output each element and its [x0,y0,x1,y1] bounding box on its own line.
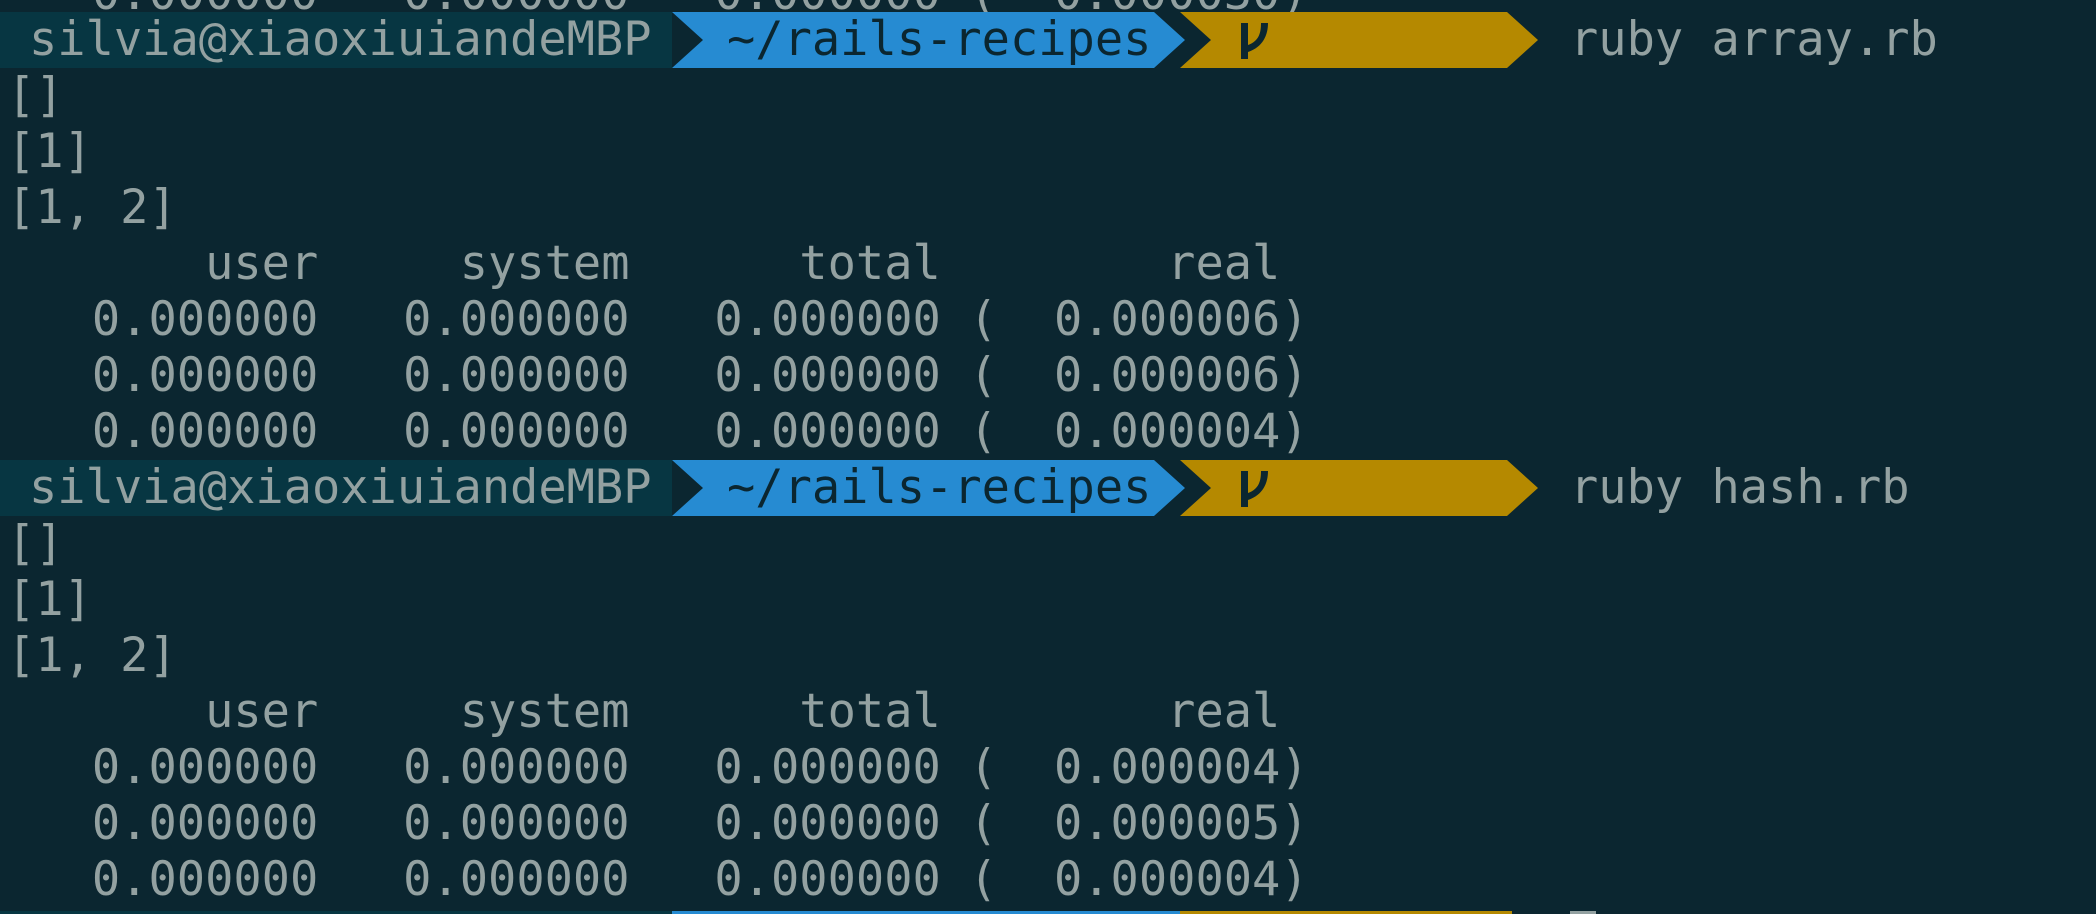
prompt-user-segment: silvia@xiaoxiuiandeMBP [0,460,672,516]
prompt-directory-segment: ~/rails-recipes [672,12,1185,68]
prompt-user-segment: silvia@xiaoxiuiandeMBP [0,12,672,68]
prompt-user-host: silvia@xiaoxiuiandeMBP [29,460,652,515]
prompt-git-segment: master± [1180,12,1538,68]
benchmark-row: 0.000000 0.000000 0.000000 ( 0.000006) [7,292,1309,347]
output-line: [1] [7,124,92,179]
benchmark-row: 0.000000 0.000000 0.000000 ( 0.000004) [7,404,1309,459]
prompt-directory: ~/rails-recipes [727,460,1152,515]
benchmark-row: 0.000000 0.000000 0.000000 ( 0.000005) [7,796,1309,851]
prompt-directory: ~/rails-recipes [727,12,1152,67]
prompt-user-host: silvia@xiaoxiuiandeMBP [29,12,652,67]
prompt-directory-segment: ~/rails-recipes [672,460,1185,516]
benchmark-row: 0.000000 0.000000 0.000000 ( 0.000004) [7,740,1309,795]
prompt-branch: master± [1288,124,1487,179]
output-line: [1, 2] [7,628,177,683]
output-line: [1, 2] [7,180,177,235]
git-branch-icon [1241,23,1268,59]
output-line: [1] [7,572,92,627]
command-text: ruby hash.rb [1570,460,1910,515]
prompt-line: silvia@xiaoxiuiandeMBP ~/rails-recipes m… [0,12,2096,68]
git-branch-icon [1241,471,1268,507]
command-text: ruby array.rb [1570,12,1938,67]
prompt-line: silvia@xiaoxiuiandeMBP ~/rails-recipes m… [0,460,2096,516]
benchmark-row: 0.000000 0.000000 0.000000 ( 0.000004) [7,852,1309,907]
prompt-git-segment: master± [1180,460,1538,516]
benchmark-header: user system total real [7,684,1281,739]
benchmark-header: user system total real [7,236,1281,291]
terminal-window[interactable]: 0.000000 0.000000 0.000000 ( 0.000030) s… [0,0,2096,914]
output-line: [] [7,68,64,123]
benchmark-row: 0.000000 0.000000 0.000000 ( 0.000006) [7,348,1309,403]
prompt-branch: master± [1288,572,1487,627]
output-line: [] [7,516,64,571]
